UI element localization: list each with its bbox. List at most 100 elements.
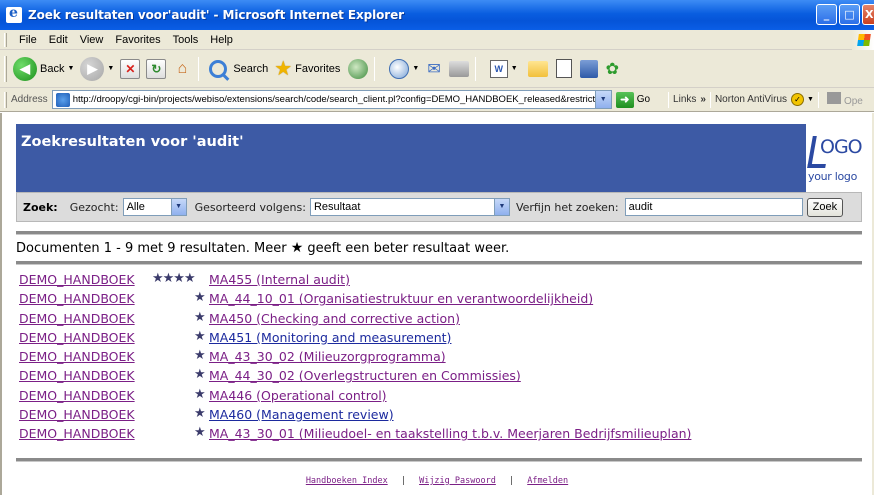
links-chevron-icon[interactable]: »	[700, 94, 706, 105]
logo-text: OGO	[820, 136, 863, 158]
results-summary: Documenten 1 - 9 met 9 resultaten. Meer …	[16, 240, 509, 256]
links-separator	[817, 91, 819, 108]
footer-separator: |	[508, 476, 515, 486]
mail-icon[interactable]: ✉	[427, 59, 440, 79]
messenger-icon[interactable]: ✿	[606, 59, 619, 79]
links-separator	[668, 91, 670, 108]
history-dropdown-icon[interactable]: ▼	[412, 65, 419, 72]
summary-text-after: geeft een beter resultaat weer.	[303, 241, 510, 256]
menu-file[interactable]: File	[13, 34, 43, 46]
result-row: DEMO_HANDBOEK ★ MA_43_30_01 (Milieudoel-…	[19, 425, 859, 445]
favorites-star-icon[interactable]: ★	[274, 56, 292, 81]
result-source-link[interactable]: DEMO_HANDBOEK	[19, 426, 135, 441]
result-document-link[interactable]: MA_44_10_01 (Organisatiestruktuur en ver…	[209, 291, 593, 306]
change-password-link[interactable]: Wijzig Paswoord	[419, 476, 496, 486]
edit-dropdown-icon[interactable]: ▼	[511, 65, 518, 72]
page-content: Zoekresultaten voor 'audit' OGO your log…	[2, 113, 872, 495]
address-input[interactable]: http://droopy/cgi-bin/projects/webiso/ex…	[51, 90, 612, 109]
norton-antivirus-label[interactable]: Norton AntiVirus	[715, 94, 787, 105]
toolbar-separator	[374, 56, 376, 81]
document-icon[interactable]	[555, 59, 572, 78]
print-icon[interactable]	[448, 60, 469, 77]
relevance-stars-icon: ★	[194, 406, 206, 422]
divider	[16, 231, 862, 235]
result-document-link[interactable]: MA460 (Management review)	[209, 407, 394, 422]
window-titlebar[interactable]: Zoek resultaten voor'audit' - Microsoft …	[0, 0, 874, 30]
minimize-button[interactable]: _	[816, 4, 837, 25]
folder-icon[interactable]	[527, 60, 548, 77]
close-button[interactable]: X	[862, 4, 874, 25]
sort-dropdown-icon[interactable]: ▼	[493, 199, 509, 215]
result-row: DEMO_HANDBOEK ★ MA450 (Checking and corr…	[19, 309, 859, 330]
home-icon[interactable]: ⌂	[172, 59, 192, 79]
zoek-button[interactable]: Zoek	[806, 197, 844, 217]
media-icon[interactable]	[348, 58, 369, 79]
opera-toolbar-item[interactable]: Ope	[826, 92, 863, 107]
forward-arrow-icon[interactable]: ▶	[80, 56, 105, 81]
menu-edit[interactable]: Edit	[43, 34, 74, 46]
maximize-button[interactable]: □	[839, 4, 860, 25]
go-button-label[interactable]: Go	[637, 94, 650, 105]
result-source-link[interactable]: DEMO_HANDBOEK	[19, 311, 135, 326]
window-title: Zoek resultaten voor'audit' - Microsoft …	[28, 8, 404, 22]
toolbar-separator	[198, 56, 200, 81]
logo: OGO your logo	[802, 124, 863, 192]
search-form: Zoek: Gezocht: Alle ▼ Gesorteerd volgens…	[16, 192, 862, 222]
back-arrow-icon[interactable]: ◀	[13, 56, 37, 81]
result-document-link[interactable]: MA455 (Internal audit)	[209, 272, 350, 287]
toolbar-separator	[474, 56, 476, 81]
logout-link[interactable]: Afmelden	[527, 476, 568, 486]
search-button-label[interactable]: Search	[233, 63, 268, 75]
result-document-link[interactable]: MA_44_30_02 (Overlegstructuren en Commis…	[209, 368, 521, 383]
footer-links: Handboeken Index | Wijzig Paswoord | Afm…	[2, 476, 872, 486]
result-source-link[interactable]: DEMO_HANDBOEK	[19, 407, 135, 422]
stop-icon[interactable]: ✕	[120, 58, 141, 79]
back-button-label[interactable]: Back	[40, 63, 64, 75]
norton-dropdown-icon[interactable]: ▼	[807, 96, 814, 103]
menu-favorites[interactable]: Favorites	[109, 34, 166, 46]
menu-bar: File Edit View Favorites Tools Help	[0, 30, 874, 50]
result-source-link[interactable]: DEMO_HANDBOEK	[19, 291, 135, 306]
result-source-link[interactable]: DEMO_HANDBOEK	[19, 388, 135, 403]
edit-with-word-icon[interactable]: W	[489, 59, 508, 78]
result-document-link[interactable]: MA_43_30_02 (Milieuzorgprogramma)	[209, 349, 446, 364]
address-url[interactable]: http://droopy/cgi-bin/projects/webiso/ex…	[73, 94, 595, 105]
searched-label: Gezocht:	[69, 200, 119, 214]
menu-tools[interactable]: Tools	[167, 34, 205, 46]
addressbar-grip[interactable]	[4, 91, 7, 108]
search-icon[interactable]	[209, 59, 228, 78]
research-icon[interactable]	[579, 59, 598, 78]
searched-select[interactable]: Alle ▼	[122, 198, 187, 216]
refresh-icon[interactable]: ↻	[146, 58, 167, 79]
favorites-button-label[interactable]: Favorites	[295, 63, 340, 75]
back-dropdown-icon[interactable]: ▼	[67, 65, 74, 72]
result-source-link[interactable]: DEMO_HANDBOEK	[19, 349, 135, 364]
relevance-stars-icon: ★	[194, 309, 206, 325]
result-source-link[interactable]: DEMO_HANDBOEK	[19, 330, 135, 345]
sort-select[interactable]: Resultaat ▼	[309, 198, 510, 216]
handboeken-index-link[interactable]: Handboeken Index	[306, 476, 388, 486]
refine-search-input[interactable]: audit	[624, 198, 803, 216]
result-document-link[interactable]: MA_43_30_01 (Milieudoel- en taakstelling…	[209, 426, 691, 441]
history-icon[interactable]	[389, 58, 410, 79]
logo-subtitle: your logo	[808, 170, 858, 183]
standard-toolbar: ◀ Back ▼ ▶ ▼ ✕ ↻ ⌂ Search ★ Favorites ▼ …	[0, 50, 874, 88]
norton-antivirus-icon[interactable]: ✓	[791, 93, 805, 106]
menu-view[interactable]: View	[74, 34, 110, 46]
links-label[interactable]: Links	[673, 94, 696, 105]
searched-dropdown-icon[interactable]: ▼	[170, 199, 186, 215]
result-document-link[interactable]: MA450 (Checking and corrective action)	[209, 311, 460, 326]
forward-dropdown-icon[interactable]: ▼	[107, 65, 114, 72]
relevance-stars-icon: ★	[194, 290, 206, 306]
go-arrow-icon[interactable]: ➜	[615, 91, 634, 108]
address-dropdown-icon[interactable]: ▼	[594, 91, 611, 108]
toolbar-grip[interactable]	[4, 55, 7, 82]
result-row: DEMO_HANDBOEK ★ MA451 (Monitoring and me…	[19, 329, 859, 349]
result-source-link[interactable]: DEMO_HANDBOEK	[19, 272, 135, 287]
result-document-link[interactable]: MA451 (Monitoring and measurement)	[209, 330, 451, 345]
result-source-link[interactable]: DEMO_HANDBOEK	[19, 368, 135, 383]
menubar-grip[interactable]	[4, 32, 7, 47]
divider	[16, 458, 862, 462]
menu-help[interactable]: Help	[204, 34, 239, 46]
result-document-link[interactable]: MA446 (Operational control)	[209, 388, 387, 403]
